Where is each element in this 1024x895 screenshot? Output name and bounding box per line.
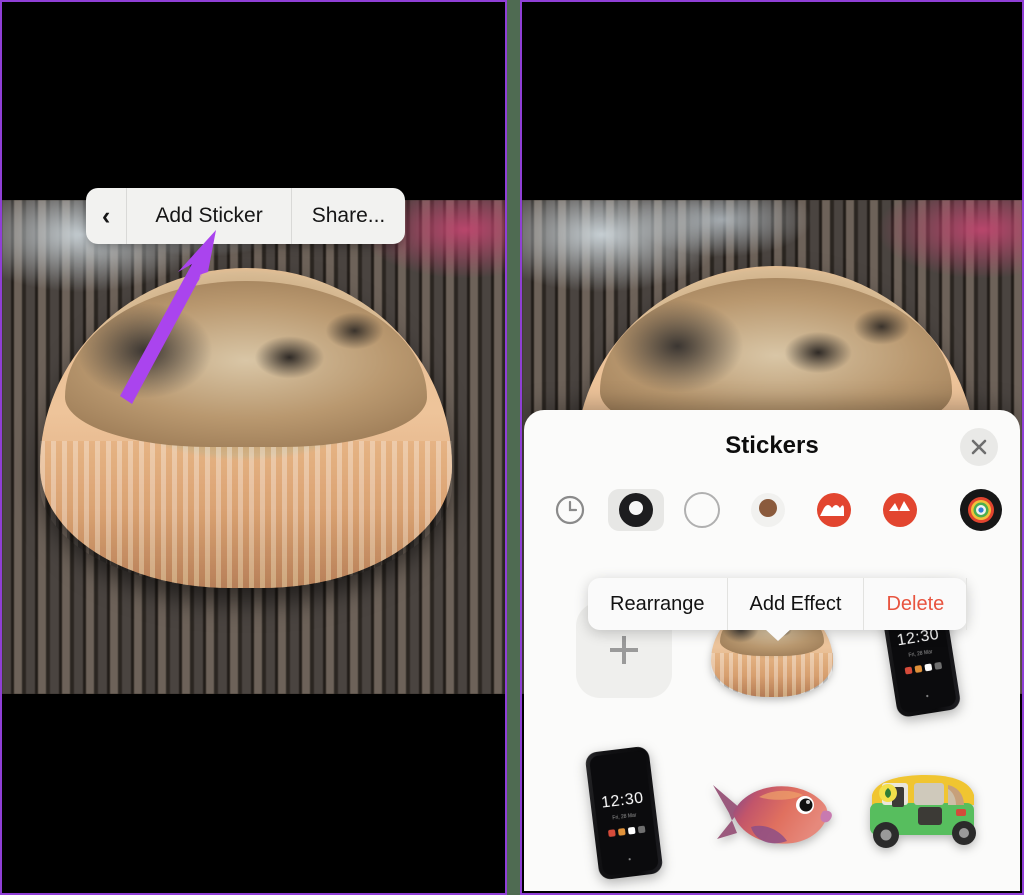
sidebar-item-food[interactable] — [806, 489, 862, 531]
app-dot — [913, 664, 922, 673]
phone-app-icons — [903, 660, 942, 674]
back-button[interactable]: ‹ — [86, 188, 128, 244]
phone-bottom-label: ● — [627, 855, 632, 863]
emoji-objects-icon — [883, 493, 917, 527]
sticker-category-tabs: Rearrange Add Effect Delete — [524, 482, 1020, 641]
phone-date-label: Fri, 28 Mar — [908, 648, 933, 658]
sticker-cell[interactable] — [702, 743, 842, 883]
sidebar-item-people[interactable] — [674, 489, 730, 531]
app-dot — [627, 825, 636, 834]
close-icon — [971, 439, 987, 455]
stickers-sheet-header: Stickers — [524, 410, 1020, 482]
sticker-phone-2[interactable]: 12:30 Fri, 28 Mar ● — [584, 745, 664, 880]
app-dot — [933, 660, 942, 669]
sidebar-item-objects[interactable] — [872, 489, 928, 531]
app-dot — [637, 824, 645, 833]
context-menu-tail-icon — [764, 629, 791, 641]
emoji-animals-icon — [751, 493, 785, 527]
phone-date-label: Fri, 28 Mar — [612, 811, 637, 821]
photo-toolbar: ‹ Add Sticker Share... — [86, 188, 406, 244]
context-menu-item-rearrange[interactable]: Rearrange — [588, 578, 728, 630]
app-dot — [923, 662, 932, 671]
emoji-target-icon — [968, 497, 994, 523]
sticker-cell[interactable]: 12:30 Fri, 28 Mar ● — [554, 743, 694, 883]
emoji-people-icon — [684, 492, 720, 528]
context-menu-item-delete[interactable]: Delete — [864, 578, 968, 630]
stickers-sheet: Stickers Rearrange Add Effect Delete 12:… — [524, 410, 1020, 891]
stickers-title: Stickers — [725, 432, 819, 459]
screenshot-stage: ‹ Add Sticker Share... Stickers Rearrang… — [0, 0, 1024, 895]
photo-viewer-left[interactable] — [2, 200, 505, 694]
context-menu-item-add-effect[interactable]: Add Effect — [728, 578, 865, 630]
phone-app-icons — [607, 824, 645, 837]
emoji-more-button[interactable] — [960, 489, 1002, 531]
add-sticker-button[interactable]: Add Sticker — [127, 188, 292, 244]
phone-clock-label: 12:30 — [600, 788, 645, 811]
phone-bottom-label: ● — [925, 692, 930, 700]
sticker-cell[interactable] — [850, 743, 990, 883]
share-button[interactable]: Share... — [292, 188, 406, 244]
sticker-fish[interactable] — [707, 767, 837, 859]
clock-icon — [555, 495, 585, 525]
sidebar-item-animals[interactable] — [740, 489, 796, 531]
sticker-auto-rickshaw[interactable] — [852, 765, 988, 861]
app-dot — [617, 827, 626, 835]
close-button[interactable] — [960, 428, 998, 466]
app-dot — [607, 828, 616, 837]
emoji-smiley-icon — [619, 493, 653, 527]
plus-icon — [610, 635, 638, 664]
phone-screen: 12:30 Fri, 28 Mar ● — [588, 749, 660, 876]
emoji-food-icon — [817, 493, 851, 527]
sidebar-item-recents[interactable] — [542, 489, 598, 531]
sticker-context-menu: Rearrange Add Effect Delete — [588, 578, 968, 641]
app-dot — [903, 665, 913, 674]
sidebar-item-smileys[interactable] — [608, 489, 664, 531]
right-screenshot-panel: Stickers Rearrange Add Effect Delete 12:… — [520, 0, 1024, 895]
left-screenshot-panel: ‹ Add Sticker Share... — [0, 0, 507, 895]
